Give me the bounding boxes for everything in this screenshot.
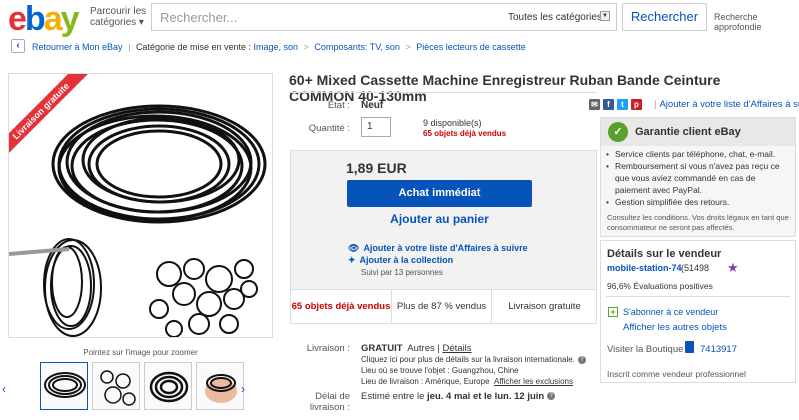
back-to-my-ebay-link[interactable]: Retourner à Mon eBay [32, 42, 123, 52]
delivery-prefix: Estimé entre le [361, 391, 425, 402]
breadcrumb-separator: > [303, 42, 309, 52]
store-icon [685, 341, 694, 353]
delivery-label-line2: livraison : [309, 402, 350, 413]
caret-down-icon: ▾ [138, 17, 144, 28]
intl-shipping-text: Cliquez ici pour plus de détails sur la … [361, 355, 575, 364]
subscribe-seller-link[interactable]: S'abonner à ce vendeur [623, 307, 718, 317]
watch-label: Ajouter à votre liste d'Affaires à suivr… [363, 243, 528, 253]
ship-to-text: Lieu de livraison : Amérique, Europe [361, 377, 490, 386]
followers-count: Suivi par 13 personnes [361, 268, 443, 277]
ebay-logo[interactable]: ebay [8, 2, 88, 36]
sold-count[interactable]: 65 objets déjà vendus [423, 129, 506, 138]
percent-sold-stat: Plus de 87 % vendus [391, 290, 491, 324]
shipping-service: Autres [407, 343, 435, 354]
zoom-hint: Pointez sur l'image pour zoomer [83, 348, 198, 357]
feedback-star-icon: ★ [727, 260, 739, 275]
email-icon[interactable]: ✉ [589, 99, 600, 110]
search-button[interactable]: Rechercher [622, 3, 707, 31]
main-product-image[interactable]: Livraison gratuite [8, 73, 273, 338]
shipping-details-link[interactable]: Détails [443, 343, 472, 354]
stats-row: 65 objets déjà vendus Plus de 87 % vendu… [290, 290, 597, 324]
thumb-prev-arrow-icon[interactable]: ‹ [2, 382, 6, 396]
pro-seller-note: Inscrit comme vendeur professionnel [607, 369, 746, 379]
seller-title: Détails sur le vendeur [607, 248, 722, 260]
free-shipping-stat: Livraison gratuite [491, 290, 597, 324]
thumbnail[interactable] [92, 362, 140, 410]
intl-shipping-note[interactable]: Cliquez ici pour plus de détails sur la … [361, 355, 586, 364]
list-item: Gestion simplifiée des retours. [604, 196, 792, 208]
chevron-down-icon[interactable]: ▼ [600, 11, 610, 21]
breadcrumb-item[interactable]: Image, son [254, 42, 299, 52]
browse-categories-button[interactable]: Parcourir les catégories ▾ [90, 6, 146, 28]
info-icon[interactable]: ? [577, 355, 586, 364]
breadcrumb: Retourner à Mon eBay | Catégorie de mise… [32, 42, 526, 52]
delivery-dates: jeu. 4 mai et le lun. 12 juin [427, 391, 545, 402]
pinterest-icon[interactable]: p [631, 99, 642, 110]
breadcrumb-separator: > [405, 42, 411, 52]
guarantee-title: Garantie client eBay [635, 126, 741, 138]
shipping-label: Livraison : [306, 343, 350, 354]
divider [606, 296, 790, 297]
condition-label: État : [327, 100, 350, 111]
list-item: Remboursement si vous n'avez pas reçu ce… [604, 160, 792, 196]
eye-icon: 👁 [348, 243, 360, 253]
watch-top-label: Ajouter à votre liste d'Affaires à suivr… [659, 99, 799, 110]
ship-to: Lieu de livraison : Amérique, Europe Aff… [361, 377, 573, 386]
add-to-watchlist-top-link[interactable]: |Ajouter à votre liste d'Affaires à suiv… [654, 99, 799, 110]
shipping-value: GRATUIT Autres | Détails [361, 343, 472, 354]
exclusions-link[interactable]: Afficher les exclusions [494, 377, 573, 386]
shop-label: Visiter la Boutique : [607, 344, 689, 355]
guarantee-list: Service clients par téléphone, chat, e-m… [604, 148, 792, 208]
shipping-price: GRATUIT [361, 343, 403, 354]
delivery-label: Délai de livraison : [290, 391, 350, 413]
shield-check-icon: ✓ [608, 122, 628, 142]
seller-positive: 96,6% Évaluations positives [607, 281, 713, 291]
category-label: Catégorie de mise en vente : [135, 42, 252, 52]
add-to-collection-link[interactable]: ✦ Ajouter à la collection [348, 255, 453, 266]
add-to-watchlist-link[interactable]: 👁 Ajouter à votre liste d'Affaires à suiv… [348, 243, 528, 254]
seller-other-items-link[interactable]: Afficher les autres objets [623, 322, 727, 333]
search-input[interactable]: Rechercher... [151, 3, 501, 31]
sold-stat: 65 objets déjà vendus [291, 301, 391, 312]
condition-value: Neuf [361, 100, 384, 111]
twitter-icon[interactable]: t [617, 99, 628, 110]
advanced-search-link[interactable]: Recherche approfondie [714, 12, 799, 32]
divider: | [654, 99, 657, 110]
shop-link[interactable]: 7413917 [700, 344, 737, 355]
delivery-label-line1: Délai de [315, 391, 350, 402]
breadcrumb-item[interactable]: Pièces lecteurs de cassette [416, 42, 526, 52]
browse-line2: catégories [90, 17, 137, 28]
breadcrumb-item[interactable]: Composants: TV, son [314, 42, 400, 52]
thumbnail[interactable] [144, 362, 192, 410]
price: 1,89 EUR [346, 160, 407, 176]
divider [289, 92, 597, 93]
item-location: Lieu où se trouve l'objet : Guangzhou, C… [361, 366, 519, 375]
quantity-label: Quantité : [308, 123, 350, 134]
seller-name-link[interactable]: mobile-station-74 [607, 263, 682, 273]
available-count: 9 disponible(s) [423, 118, 482, 128]
belt-photo [9, 104, 267, 337]
seller-feedback-score[interactable]: (51498 [681, 263, 709, 273]
add-to-cart-button[interactable]: Ajouter au panier [347, 212, 532, 226]
thumbnail[interactable] [40, 362, 88, 410]
quantity-input[interactable]: 1 [361, 117, 391, 137]
thumbnail[interactable] [196, 362, 244, 410]
facebook-icon[interactable]: f [603, 99, 614, 110]
info-icon[interactable]: ? [547, 392, 556, 401]
browse-line1: Parcourir les [90, 6, 147, 17]
delivery-estimate: Estimé entre le jeu. 4 mai et le lun. 12… [361, 391, 556, 402]
star-icon: ✦ [348, 255, 356, 265]
plus-icon[interactable]: + [608, 307, 618, 317]
thumb-next-arrow-icon[interactable]: › [241, 382, 245, 396]
buy-now-button[interactable]: Achat immédiat [347, 180, 532, 207]
collection-label: Ajouter à la collection [359, 255, 454, 265]
guarantee-legal[interactable]: Consultez les conditions. Vos droits lég… [607, 213, 793, 233]
thumbnail-strip [8, 362, 273, 414]
back-arrow-icon[interactable]: ‹ [11, 39, 25, 53]
breadcrumb-separator: | [128, 42, 131, 52]
list-item: Service clients par téléphone, chat, e-m… [604, 148, 792, 160]
